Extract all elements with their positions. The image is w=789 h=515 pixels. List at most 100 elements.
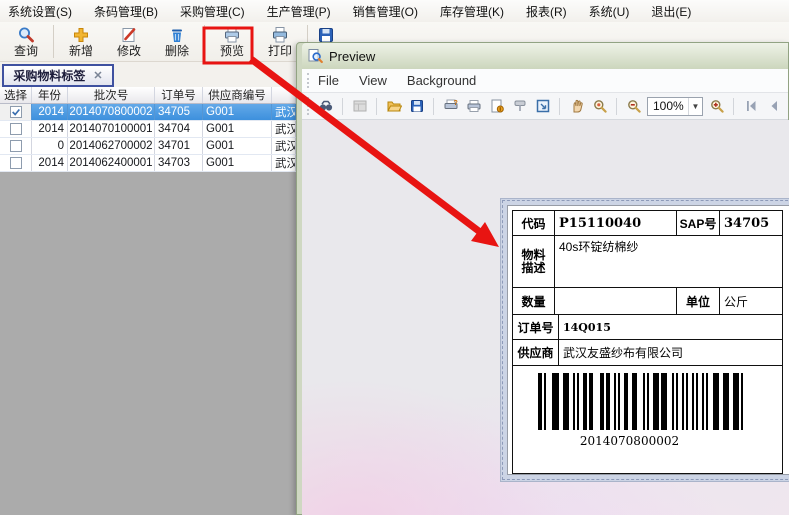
add-button[interactable]: 新增 bbox=[57, 22, 105, 61]
search-button[interactable]: 查询 bbox=[2, 22, 50, 61]
column-header[interactable]: 批次号 bbox=[68, 87, 155, 103]
first-page-icon[interactable] bbox=[741, 97, 760, 116]
grid-header-row: 选择年份批次号订单号供应商编号 bbox=[0, 87, 296, 104]
menu-grip-handle bbox=[307, 73, 310, 88]
toolbar-button-label: 新增 bbox=[69, 45, 93, 57]
column-header[interactable]: 供应商编号 bbox=[203, 87, 272, 103]
toolbar-separator bbox=[376, 98, 377, 115]
toolbar-separator bbox=[53, 25, 54, 58]
table-cell: 34705 bbox=[155, 104, 203, 120]
page-setup-icon[interactable] bbox=[487, 97, 506, 116]
row-checkbox[interactable] bbox=[10, 106, 22, 118]
preview-menu-bar: File View Background bbox=[302, 69, 788, 93]
toolbar-separator bbox=[433, 98, 434, 115]
menu-item[interactable]: 报表(R) bbox=[526, 3, 567, 20]
label-supplier-value: 武汉友盛纱布有限公司 bbox=[559, 340, 782, 365]
menu-item[interactable]: 库存管理(K) bbox=[440, 3, 504, 20]
delete-icon bbox=[168, 26, 186, 44]
label-page-margin: 代码 P15110040 SAP号 34705 物料描述 40s环锭纺棉纱 数量 bbox=[500, 198, 789, 482]
table-row[interactable]: 2014201406240000134703G001武汉 bbox=[0, 155, 296, 172]
tab-close-icon[interactable]: ✕ bbox=[93, 69, 102, 82]
row-checkbox[interactable] bbox=[10, 157, 22, 169]
preview-menu-view[interactable]: View bbox=[359, 73, 387, 88]
open-icon[interactable] bbox=[384, 97, 403, 116]
preview-button[interactable]: 预览 bbox=[208, 22, 256, 61]
zoom-level-value: 100% bbox=[653, 99, 684, 113]
toolbar-separator bbox=[342, 98, 343, 115]
edit-icon bbox=[120, 26, 138, 44]
fit-page-icon[interactable] bbox=[533, 97, 552, 116]
label-order-key: 订单号 bbox=[513, 315, 559, 339]
svg-text:?: ? bbox=[453, 100, 457, 107]
row-select-cell bbox=[0, 104, 32, 120]
toolbar-button-label: 删除 bbox=[165, 45, 189, 57]
table-cell: 2014062700002 bbox=[68, 138, 155, 154]
preview-menu-background[interactable]: Background bbox=[407, 73, 476, 88]
column-header[interactable]: 选择 bbox=[0, 87, 32, 103]
zoom-out-icon[interactable] bbox=[624, 97, 643, 116]
barcode-cell: 2014070800002 bbox=[513, 366, 782, 474]
table-row[interactable]: 2014201407010000134704G001武汉 bbox=[0, 121, 296, 138]
preview-title-bar[interactable]: Preview bbox=[302, 43, 788, 69]
preview-menu-file[interactable]: File bbox=[318, 73, 339, 88]
preview-canvas: 代码 P15110040 SAP号 34705 物料描述 40s环锭纺棉纱 数量 bbox=[302, 120, 789, 515]
tab-label: 采购物料标签 bbox=[13, 67, 85, 84]
table-cell: 武汉 bbox=[272, 121, 296, 137]
label-sap-key: SAP号 bbox=[677, 211, 720, 235]
label-code-value: P15110040 bbox=[555, 211, 677, 235]
design-icon[interactable] bbox=[350, 97, 369, 116]
table-cell: G001 bbox=[203, 155, 272, 171]
table-cell: 2014 bbox=[32, 155, 68, 171]
print-small-icon[interactable] bbox=[464, 97, 483, 116]
menu-item[interactable]: 生产管理(P) bbox=[267, 3, 331, 20]
column-header[interactable]: 订单号 bbox=[155, 87, 203, 103]
menu-item[interactable]: 系统设置(S) bbox=[8, 3, 72, 20]
preview-window-icon bbox=[307, 48, 323, 64]
menu-item[interactable]: 采购管理(C) bbox=[180, 3, 245, 20]
print-dialog-icon[interactable]: ? bbox=[441, 97, 460, 116]
edit-button[interactable]: 修改 bbox=[105, 22, 153, 61]
tab-purchase-material-label[interactable]: 采购物料标签 ✕ bbox=[2, 64, 114, 87]
save-small-icon[interactable] bbox=[407, 97, 426, 116]
find-icon[interactable] bbox=[316, 97, 335, 116]
table-cell: 2014 bbox=[32, 121, 68, 137]
toolbar-button-label: 查询 bbox=[14, 45, 38, 57]
table-row[interactable]: 0201406270000234701G001武汉 bbox=[0, 138, 296, 155]
empty-client-area bbox=[0, 172, 296, 515]
add-icon bbox=[72, 26, 90, 44]
table-cell: G001 bbox=[203, 121, 272, 137]
zoom-in-icon[interactable] bbox=[707, 97, 726, 116]
table-cell: 34701 bbox=[155, 138, 203, 154]
table-cell: 2014 bbox=[32, 104, 68, 120]
label-order-value: 14Q015 bbox=[559, 315, 782, 339]
print-icon bbox=[271, 26, 289, 44]
label-table: 代码 P15110040 SAP号 34705 物料描述 40s环锭纺棉纱 数量 bbox=[512, 210, 783, 474]
toolbar-separator bbox=[733, 98, 734, 115]
preview-window: Preview File View Background ? 100% ▼ 代码 P15… bbox=[296, 42, 789, 515]
table-cell: 34704 bbox=[155, 121, 203, 137]
column-header[interactable]: 年份 bbox=[32, 87, 68, 103]
menu-item[interactable]: 退出(E) bbox=[651, 3, 691, 20]
table-cell: 34703 bbox=[155, 155, 203, 171]
menu-item[interactable]: 销售管理(O) bbox=[353, 3, 418, 20]
watermark-icon[interactable] bbox=[510, 97, 529, 116]
table-row[interactable]: 2014201407080000234705G001武汉 bbox=[0, 104, 296, 121]
zoom-level-combobox[interactable]: 100% ▼ bbox=[647, 97, 703, 116]
chevron-down-icon: ▼ bbox=[688, 98, 702, 115]
preview-icon bbox=[223, 26, 241, 44]
toolbar-separator bbox=[559, 98, 560, 115]
purchase-label-grid: 选择年份批次号订单号供应商编号2014201407080000234705G00… bbox=[0, 87, 296, 172]
label-supplier-key: 供应商 bbox=[513, 340, 559, 365]
row-checkbox[interactable] bbox=[10, 140, 22, 152]
label-desc-key: 物料描述 bbox=[513, 236, 555, 287]
prev-page-icon[interactable] bbox=[764, 97, 783, 116]
zoom-icon[interactable] bbox=[590, 97, 609, 116]
menu-item[interactable]: 条码管理(B) bbox=[94, 3, 158, 20]
menu-item[interactable]: 系统(U) bbox=[589, 3, 630, 20]
label-unit-key: 单位 bbox=[677, 288, 720, 314]
hand-icon[interactable] bbox=[567, 97, 586, 116]
column-header[interactable] bbox=[272, 87, 296, 103]
main-menu-bar: 系统设置(S) 条码管理(B) 采购管理(C) 生产管理(P) 销售管理(O) 库存管理(… bbox=[0, 0, 789, 22]
row-checkbox[interactable] bbox=[10, 123, 22, 135]
delete-button[interactable]: 删除 bbox=[153, 22, 201, 61]
